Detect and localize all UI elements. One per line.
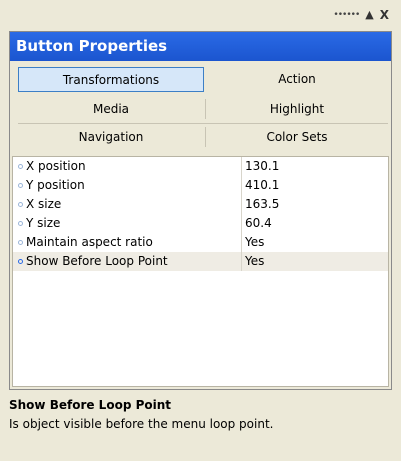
tab-action[interactable]: Action [206,67,388,92]
drag-grip-icon[interactable]: •••••• [333,10,360,20]
tab-highlight[interactable]: Highlight [206,97,388,122]
property-tabs: Transformations Action Media Highlight N… [10,61,391,154]
property-name: Y position [26,178,85,192]
tab-transformations[interactable]: Transformations [18,67,204,92]
property-value[interactable]: 130.1 [245,157,279,176]
property-row[interactable]: Maintain aspect ratio Yes [13,233,388,252]
pin-icon[interactable]: ▲ [365,9,373,21]
tab-divider [205,127,206,147]
bullet-icon [18,164,23,169]
column-divider [241,252,242,271]
column-divider [241,157,242,176]
property-name: Y size [26,216,61,230]
property-name: X position [26,159,86,173]
column-divider [241,233,242,252]
tab-navigation[interactable]: Navigation [18,125,204,150]
tab-media[interactable]: Media [18,97,204,122]
property-row[interactable]: X position 130.1 [13,157,388,176]
property-value[interactable]: 410.1 [245,176,279,195]
description-title: Show Before Loop Point [9,398,172,412]
property-row-selected[interactable]: Show Before Loop Point Yes [13,252,388,271]
column-divider [241,176,242,195]
property-value[interactable]: 60.4 [245,214,272,233]
bullet-icon [18,240,23,245]
bullet-icon [18,221,23,226]
property-row[interactable]: X size 163.5 [13,195,388,214]
tab-divider [205,99,206,119]
bullet-icon [18,183,23,188]
property-name: X size [26,197,62,211]
close-icon[interactable]: X [380,9,389,21]
button-properties-panel: Button Properties Transformations Action… [9,31,392,390]
property-value[interactable]: Yes [245,252,264,271]
column-divider [241,195,242,214]
property-name: Maintain aspect ratio [26,235,153,249]
column-divider [241,214,242,233]
property-name: Show Before Loop Point [26,254,168,268]
tab-color-sets[interactable]: Color Sets [206,125,388,150]
bullet-icon [18,202,23,207]
window-controls: •••••• ▲ X [333,8,389,22]
properties-grid: X position 130.1 Y position 410.1 X size… [12,156,389,387]
tab-row-divider [18,123,388,124]
property-value[interactable]: Yes [245,233,264,252]
description-text: Is object visible before the menu loop p… [9,417,274,431]
panel-title: Button Properties [10,32,391,61]
property-value[interactable]: 163.5 [245,195,279,214]
property-row[interactable]: Y position 410.1 [13,176,388,195]
property-row[interactable]: Y size 60.4 [13,214,388,233]
bullet-icon [18,259,23,264]
property-description: Show Before Loop Point Is object visible… [9,398,392,431]
